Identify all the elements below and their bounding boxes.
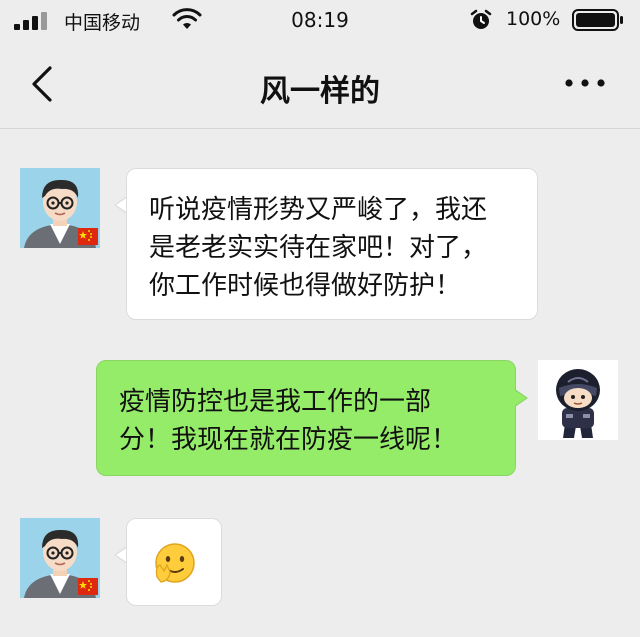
battery-icon xyxy=(572,9,623,31)
my-avatar[interactable] xyxy=(538,360,618,440)
message-text-line: 是老老实实待在家吧！对了， xyxy=(149,233,488,263)
bubble-tail xyxy=(514,390,526,406)
contact-avatar[interactable] xyxy=(20,168,100,248)
chat-title: 风一样的 xyxy=(260,74,380,109)
message-text-line: 听说疫情形势又严峻了，我还 xyxy=(149,195,488,225)
battery-percent: 100% xyxy=(506,8,561,30)
message-text-line: 疫情防控也是我工作的一部 xyxy=(119,387,432,417)
message-text-line: 分！我现在就在防疫一线呢！ xyxy=(119,425,458,455)
contact-avatar[interactable] xyxy=(20,518,100,598)
message-text-line: 你工作时候也得做好防护！ xyxy=(149,271,462,301)
thinking-smile-emoji-icon xyxy=(155,543,195,583)
alarm-icon xyxy=(470,9,492,29)
status-bar: 中国移动 08:19 100% xyxy=(0,0,640,40)
incoming-message-bubble[interactable]: 听说疫情形势又严峻了，我还 是老老实实待在家吧！对了， 你工作时候也得做好防护！ xyxy=(126,168,538,320)
chat-header: 风一样的 xyxy=(0,40,640,129)
outgoing-message-bubble[interactable]: 疫情防控也是我工作的一部 分！我现在就在防疫一线呢！ xyxy=(96,360,516,476)
more-dots-icon[interactable] xyxy=(560,68,610,98)
incoming-emoji-bubble[interactable] xyxy=(126,518,222,606)
